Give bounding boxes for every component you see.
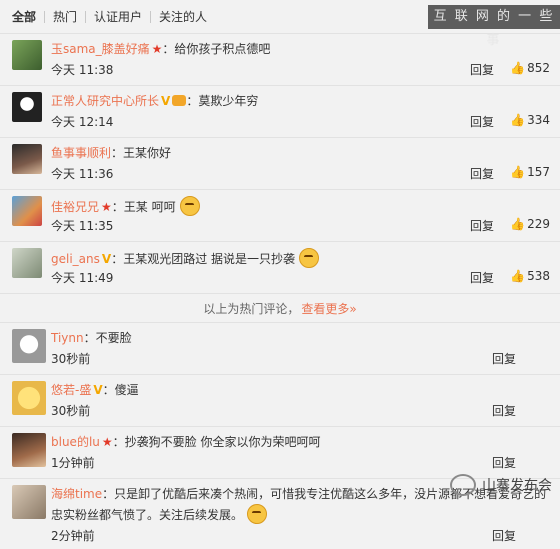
comment: 悠若-盛 V：傻逼 30秒前 回复 [0, 375, 560, 427]
avatar[interactable] [12, 40, 42, 70]
like-button[interactable]: 👍 229 [500, 217, 550, 231]
reply-button[interactable]: 回复 [470, 269, 494, 286]
avatar[interactable] [12, 92, 42, 122]
avatar[interactable] [12, 381, 46, 415]
avatar[interactable] [12, 196, 42, 226]
comment-time: 1分钟前 [51, 456, 95, 470]
comment-body: 鱼事事顺利：王某你好 [51, 144, 171, 161]
username-link[interactable]: 玉sama_膝盖好痛 [51, 42, 150, 56]
smile-emoji-icon [247, 504, 268, 524]
star-badge-icon: ★ [101, 435, 113, 449]
comment-time: 今天 11:38 [51, 63, 114, 77]
comment-time: 今天 11:49 [51, 271, 114, 285]
avatar[interactable] [12, 144, 42, 174]
like-button[interactable]: 👍 334 [500, 113, 550, 127]
avatar[interactable] [12, 329, 46, 363]
divider-text: 以上为热门评论， [203, 301, 300, 316]
comment-body: geli_ans V：王某观光团路过 据说是一只抄袭 [51, 248, 320, 268]
avatar[interactable] [12, 433, 46, 467]
thumbs-up-icon: 👍 [510, 269, 526, 283]
username-link[interactable]: 佳裕兄兄 [51, 200, 99, 214]
tab-all[interactable]: 全部 [12, 8, 44, 25]
verified-v-icon: V [93, 383, 103, 397]
username-link[interactable]: 悠若-盛 [51, 383, 91, 397]
comment-body: 佳裕兄兄 ★：王某 呵呵 [51, 196, 200, 216]
comment-text: ：给你孩子积点德吧 [162, 42, 271, 56]
see-more-link[interactable]: 查看更多» [301, 300, 356, 317]
verified-v-icon: V [101, 252, 112, 266]
reply-button[interactable]: 回复 [470, 165, 494, 182]
username-link[interactable]: geli_ans [51, 252, 100, 266]
tab-following[interactable]: 关注的人 [151, 8, 215, 25]
hot-comment: 正常人研究中心所长 V ：莫欺少年穷 今天 12:14 回复 👍 334 [0, 86, 560, 138]
comment-body: blue的lu ★：抄袭狗不要脸 你全家以你为荣吧呵呵 [51, 433, 320, 450]
hot-comment: 佳裕兄兄 ★：王某 呵呵 今天 11:35 回复 👍 229 [0, 190, 560, 242]
comment-text: ：傻逼 [102, 383, 139, 397]
comment-body: Tiynn：不要脸 [51, 329, 132, 346]
wechat-icon [450, 474, 476, 496]
comment-time: 2分钟前 [51, 529, 95, 543]
thumbs-up-icon: 👍 [510, 165, 526, 179]
username-link[interactable]: Tiynn [51, 331, 84, 345]
watermark: 互 联 网 的 一 些 事 [428, 5, 560, 48]
thumbs-up-icon: 👍 [510, 113, 526, 127]
comment: blue的lu ★：抄袭狗不要脸 你全家以你为荣吧呵呵 1分钟前 回复 [0, 427, 560, 479]
username-link[interactable]: 鱼事事顺利 [51, 146, 111, 160]
hot-comments-divider: 以上为热门评论， 查看更多» [0, 294, 560, 323]
comment-time: 今天 11:36 [51, 167, 114, 181]
reply-button[interactable]: 回复 [492, 402, 516, 419]
reply-button[interactable]: 回复 [492, 527, 516, 544]
comment-body: 正常人研究中心所长 V ：莫欺少年穷 [51, 92, 258, 109]
comment-body: 玉sama_膝盖好痛 ★：给你孩子积点德吧 [51, 40, 270, 57]
comment-body: 悠若-盛 V：傻逼 [51, 381, 139, 398]
hot-comment: 鱼事事顺利：王某你好 今天 11:36 回复 👍 157 [0, 138, 560, 190]
brand-logo: 山寨发布会 [450, 474, 552, 496]
reply-button[interactable]: 回复 [470, 217, 494, 234]
comment-time: 30秒前 [51, 404, 91, 418]
smirk-emoji-icon [299, 248, 320, 268]
thumbs-up-icon: 👍 [510, 61, 526, 75]
hot-comment: 玉sama_膝盖好痛 ★：给你孩子积点德吧 今天 11:38 回复 👍 852 [0, 34, 560, 86]
like-count: 334 [527, 113, 550, 127]
verified-v-icon: V [161, 94, 171, 108]
reply-button[interactable]: 回复 [492, 350, 516, 367]
comment: Tiynn：不要脸 30秒前 回复 [0, 323, 560, 375]
avatar[interactable] [12, 248, 42, 278]
comment-time: 今天 12:14 [51, 115, 114, 129]
smirk-emoji-icon [179, 196, 200, 216]
reply-button[interactable]: 回复 [492, 454, 516, 471]
comment-text: ：不要脸 [83, 331, 132, 345]
star-badge-icon: ★ [151, 42, 163, 56]
comment-text: ：莫欺少年穷 [186, 94, 259, 108]
comment-text: ：抄袭狗不要脸 你全家以你为荣吧呵呵 [112, 435, 321, 449]
tab-verified[interactable]: 认证用户 [86, 8, 150, 25]
star-badge-icon: ★ [101, 200, 112, 214]
tab-hot[interactable]: 热门 [45, 8, 85, 25]
crown-badge-icon [172, 95, 187, 106]
avatar[interactable] [12, 485, 46, 519]
like-button[interactable]: 👍 157 [500, 165, 550, 179]
like-count: 852 [527, 61, 550, 75]
like-button[interactable]: 👍 852 [500, 61, 550, 75]
thumbs-up-icon: 👍 [510, 217, 526, 231]
comment-text: ：王某你好 [111, 146, 172, 160]
like-count: 229 [527, 217, 550, 231]
like-button[interactable]: 👍 538 [500, 269, 550, 283]
reply-button[interactable]: 回复 [470, 61, 494, 78]
brand-name: 山寨发布会 [482, 478, 552, 494]
like-count: 157 [527, 165, 550, 179]
like-count: 538 [527, 269, 550, 283]
comment-text: ：王某观光团路过 据说是一只抄袭 [111, 252, 296, 266]
username-link[interactable]: 海绵time [51, 487, 102, 501]
reply-button[interactable]: 回复 [470, 113, 494, 130]
hot-comment: geli_ans V：王某观光团路过 据说是一只抄袭 今天 11:49 回复 👍 5… [0, 242, 560, 294]
comment-time: 今天 11:35 [51, 219, 114, 233]
username-link[interactable]: blue的lu [51, 435, 100, 449]
comment-text: ：王某 呵呵 [111, 200, 176, 214]
username-link[interactable]: 正常人研究中心所长 [51, 94, 159, 108]
comment-time: 30秒前 [51, 352, 91, 366]
